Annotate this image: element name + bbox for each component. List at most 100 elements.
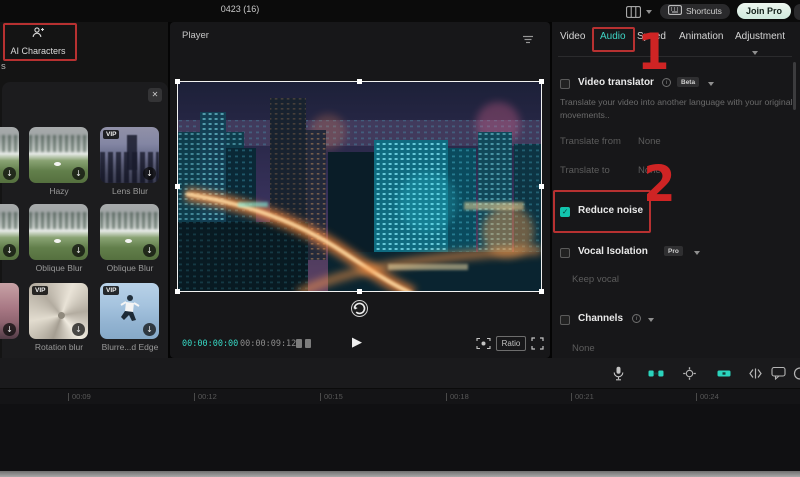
duration-timecode: 00:00:09:12 <box>240 339 296 349</box>
layout-caret-icon[interactable] <box>646 10 652 14</box>
info-icon[interactable]: i <box>632 314 641 323</box>
effect-card-partial[interactable]: ↓ <box>0 283 19 339</box>
join-pro-button[interactable]: Join Pro <box>737 3 791 19</box>
timeline-toolbar <box>0 358 800 389</box>
video-translator-caret-icon[interactable] <box>708 82 714 86</box>
frame-chip-icon[interactable] <box>305 339 311 348</box>
vip-badge: VIP <box>32 286 48 295</box>
download-icon[interactable]: ↓ <box>72 167 85 180</box>
selection-handle[interactable] <box>175 289 180 294</box>
shortcuts-label: Shortcuts <box>686 6 722 16</box>
annotation-box-reduce-noise <box>553 190 651 233</box>
play-button[interactable]: ▶ <box>352 335 362 350</box>
download-icon[interactable]: ↓ <box>72 323 85 336</box>
dancer-figure <box>116 293 142 327</box>
captions-icon[interactable] <box>771 366 786 385</box>
close-icon[interactable]: ✕ <box>148 88 162 102</box>
effect-card-partial[interactable]: ↓ <box>0 204 19 260</box>
effect-card[interactable]: VIP ↓ <box>100 283 159 339</box>
timeline-scrollbar[interactable] <box>0 471 800 477</box>
download-icon[interactable]: ↓ <box>72 244 85 257</box>
keep-vocal-label: Keep vocal <box>572 274 619 285</box>
channels-label: Channels <box>578 313 623 324</box>
selection-handle[interactable] <box>357 289 362 294</box>
effect-card[interactable]: VIP ↓ <box>29 283 88 339</box>
partial-button <box>794 4 800 20</box>
app-window: 0423 (16) Shortcuts Join Pro s AI Charac… <box>0 0 800 477</box>
beta-badge: Beta <box>677 77 699 87</box>
rotate-handle[interactable] <box>351 300 368 317</box>
annotation-box-ai-characters <box>3 23 77 61</box>
download-icon[interactable]: ↓ <box>143 323 156 336</box>
translate-from-label: Translate from <box>560 136 621 147</box>
annotation-step-2: 2 <box>643 159 675 209</box>
timeline-tracks[interactable] <box>0 404 800 471</box>
video-translator-checkbox[interactable] <box>560 79 570 89</box>
ruler-tick: 00:09 <box>72 392 91 401</box>
effect-name: Hazy <box>24 186 94 196</box>
selection-handle[interactable] <box>175 184 180 189</box>
player-controls: 00:00:00:00 00:00:09:12 ▶ Ratio <box>170 332 550 358</box>
annotation-step-1: 1 <box>637 27 669 77</box>
download-icon[interactable]: ↓ <box>143 167 156 180</box>
player-panel: Player <box>170 22 550 358</box>
effect-card[interactable]: ↓ <box>29 204 88 260</box>
download-icon[interactable]: ↓ <box>3 167 16 180</box>
channels-caret-icon[interactable] <box>648 318 654 322</box>
effect-card-partial[interactable]: ↓ <box>0 127 19 183</box>
selection-handle[interactable] <box>539 79 544 84</box>
cityscape-frame <box>178 82 541 291</box>
effects-sidebar: s AI Characters ✕ ↓ ↓ Hazy VIP ↓ Lens Bl… <box>0 22 168 358</box>
effect-name: Oblique Blur <box>95 263 165 273</box>
vip-badge: VIP <box>103 130 119 139</box>
effect-card[interactable]: ↓ <box>100 204 159 260</box>
player-header: Player <box>182 30 209 41</box>
split-clip-icon[interactable] <box>748 366 763 386</box>
effect-card[interactable]: ↓ <box>29 127 88 183</box>
channels-checkbox[interactable] <box>560 315 570 325</box>
selection-handle[interactable] <box>539 184 544 189</box>
effect-name: Rotation blur <box>24 342 94 352</box>
translate-from-value[interactable]: None <box>638 136 661 147</box>
download-icon[interactable]: ↓ <box>3 323 16 336</box>
effects-control-icon[interactable] <box>682 366 697 386</box>
timeline-ruler[interactable]: 00:09 00:12 00:15 00:18 00:21 00:24 <box>0 389 800 404</box>
ratio-button[interactable]: Ratio <box>496 336 526 351</box>
download-icon[interactable]: ↓ <box>3 244 16 257</box>
layout-icon[interactable] <box>626 5 641 23</box>
vocal-isolation-caret-icon[interactable] <box>694 251 700 255</box>
tab-adjustment[interactable]: Adjustment <box>735 31 785 42</box>
frame-chip-icon[interactable] <box>296 339 302 348</box>
tab-animation[interactable]: Animation <box>679 31 723 42</box>
video-translator-desc-line1: Translate your video into another langua… <box>560 96 796 109</box>
ruler-tick: 00:12 <box>198 392 217 401</box>
ruler-tick: 00:24 <box>700 392 719 401</box>
player-menu-icon[interactable] <box>522 31 534 49</box>
divider <box>558 56 792 57</box>
ratio-label: Ratio <box>502 339 521 348</box>
tab-video[interactable]: Video <box>560 31 585 42</box>
selection-handle[interactable] <box>175 79 180 84</box>
channels-value: None <box>572 343 595 354</box>
download-icon[interactable]: ↓ <box>143 244 156 257</box>
nav-fragment: s <box>1 61 6 72</box>
vocal-isolation-checkbox[interactable] <box>560 248 570 258</box>
effect-name: Oblique Blur <box>24 263 94 273</box>
current-timecode: 00:00:00:00 <box>182 339 238 349</box>
section-collapse-icon[interactable] <box>752 51 758 55</box>
video-preview[interactable] <box>178 82 541 291</box>
selection-handle[interactable] <box>357 79 362 84</box>
video-strip-toggle-icon[interactable] <box>716 366 732 386</box>
vocal-isolation-label: Vocal Isolation <box>578 246 648 257</box>
fullscreen-icon[interactable] <box>531 337 544 355</box>
record-icon[interactable] <box>792 366 800 386</box>
video-translator-desc-line2: movements.. <box>560 109 796 122</box>
effect-card[interactable]: VIP ↓ <box>100 127 159 183</box>
ruler-tick: 00:18 <box>450 392 469 401</box>
microphone-icon[interactable] <box>612 366 625 386</box>
selection-handle[interactable] <box>539 289 544 294</box>
shortcuts-button[interactable]: Shortcuts <box>660 4 730 19</box>
fit-icon[interactable] <box>476 337 491 355</box>
ruler-tick: 00:15 <box>324 392 343 401</box>
audio-strip-toggle-icon[interactable] <box>648 366 664 386</box>
